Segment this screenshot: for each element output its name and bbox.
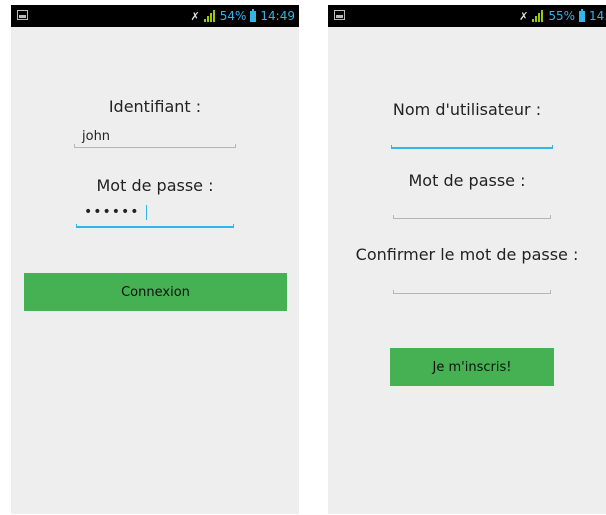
password-field[interactable] bbox=[393, 196, 551, 219]
battery-percent: 54% bbox=[219, 9, 247, 23]
username-label: Nom d'utilisateur : bbox=[392, 100, 542, 119]
login-screen: ✗ 54% 14:49 Identifiant : john Mot de pa… bbox=[11, 5, 299, 514]
confirm-password-label: Confirmer le mot de passe : bbox=[355, 245, 579, 264]
signal-icon bbox=[532, 10, 544, 22]
image-notification-icon bbox=[17, 10, 28, 20]
mute-icon: ✗ bbox=[519, 9, 529, 23]
password-field[interactable]: •••••• bbox=[76, 204, 234, 228]
confirm-password-field[interactable] bbox=[393, 271, 551, 294]
image-notification-icon bbox=[334, 10, 345, 20]
text-cursor bbox=[145, 204, 147, 220]
login-button[interactable]: Connexion bbox=[24, 273, 287, 311]
password-value: •••••• bbox=[84, 204, 140, 220]
username-value: john bbox=[82, 129, 111, 144]
password-label: Mot de passe : bbox=[96, 176, 214, 195]
username-field[interactable]: john bbox=[74, 125, 236, 148]
battery-percent: 55% bbox=[548, 9, 576, 23]
register-button[interactable]: Je m'inscris! bbox=[390, 348, 554, 386]
clock: 14:4 bbox=[589, 9, 606, 23]
password-label: Mot de passe : bbox=[408, 171, 526, 190]
clock: 14:49 bbox=[260, 9, 295, 23]
status-bar: ✗ 54% 14:49 bbox=[11, 5, 299, 27]
username-field[interactable] bbox=[391, 125, 553, 149]
signal-icon bbox=[203, 10, 216, 22]
battery-icon bbox=[250, 8, 257, 22]
status-bar: ✗ 55% 14:4 bbox=[328, 5, 606, 27]
battery-icon bbox=[579, 8, 586, 22]
mute-icon: ✗ bbox=[190, 9, 200, 23]
register-screen: ✗ 55% 14:4 Nom d'utilisateur : Mot de pa… bbox=[328, 5, 606, 514]
username-label: Identifiant : bbox=[108, 97, 202, 116]
